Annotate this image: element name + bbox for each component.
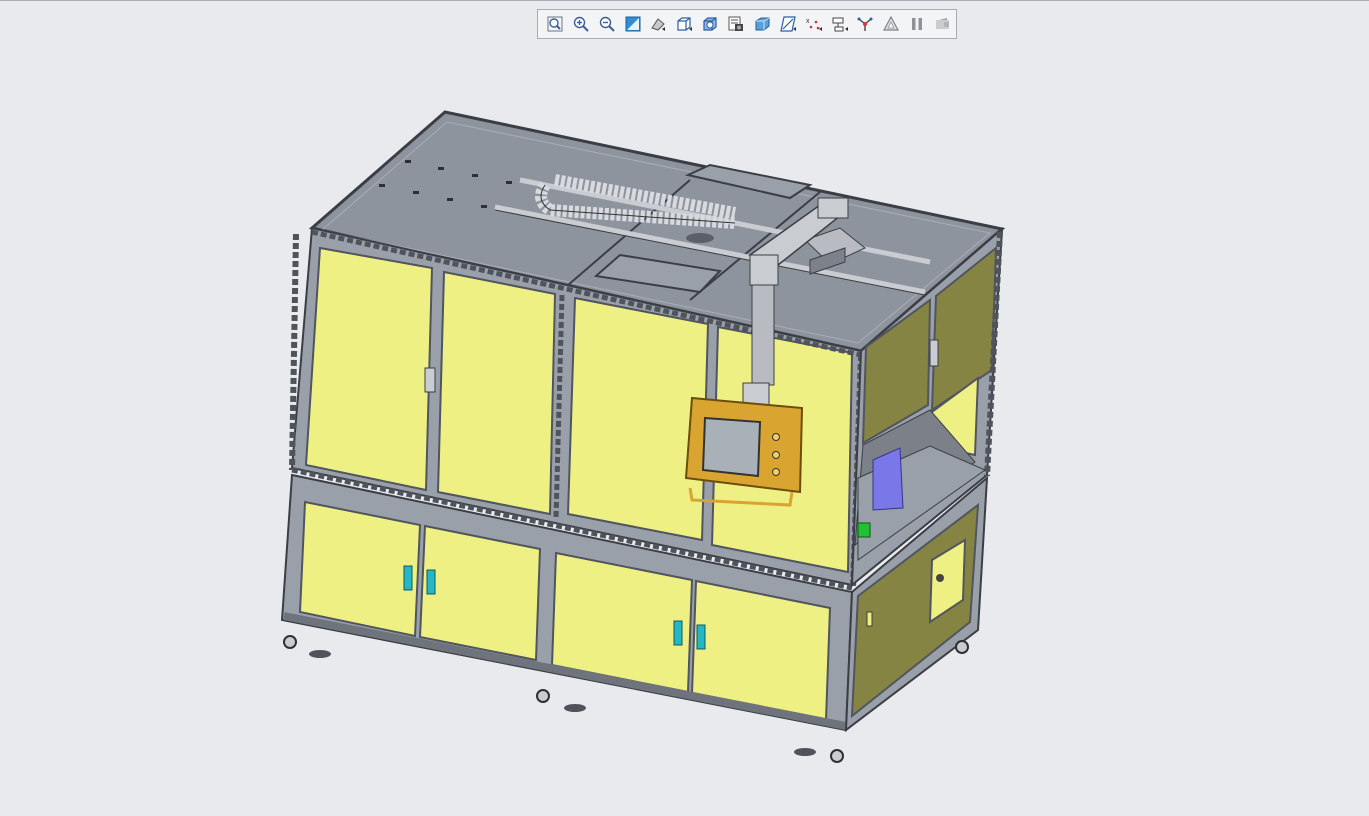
view-manager-icon (728, 16, 744, 31)
datum-display-button[interactable] (775, 11, 801, 37)
side-door-handle (929, 339, 939, 367)
lower-door-1 (298, 500, 422, 638)
regenerate-icon (883, 15, 900, 31)
hmi-arm-coupling (742, 382, 770, 406)
hmi-arm-vertical (751, 284, 775, 386)
upper-panel-2 (436, 270, 557, 516)
display-style-button[interactable] (697, 11, 723, 37)
zoom-fit-button[interactable] (542, 11, 568, 37)
perspective-button[interactable] (749, 11, 775, 37)
zoom-out-icon (599, 16, 615, 32)
named-views-icon (677, 17, 693, 31)
datum-points-icon: x (806, 18, 822, 31)
datum-display-icon (780, 16, 796, 32)
animation-button[interactable] (930, 11, 956, 37)
top-cable-hole (686, 233, 714, 243)
side-label (866, 611, 873, 627)
hmi-buttons (772, 433, 780, 476)
hmi-arm-joint (817, 197, 849, 219)
upper-door-handle (424, 367, 436, 393)
upper-panel-1 (304, 246, 434, 492)
perspective-icon (755, 17, 770, 31)
annotation-display-icon (832, 17, 848, 32)
spin-center-button[interactable] (853, 11, 879, 37)
machine-cad-model[interactable] (0, 40, 1369, 816)
window-top-border (0, 0, 1369, 1)
hmi-arm-elbow (749, 254, 779, 286)
view-toolbar: x (537, 9, 957, 39)
upper-panel-3 (566, 296, 710, 542)
pause-button[interactable] (904, 11, 930, 37)
named-views-button[interactable] (671, 11, 697, 37)
pause-icon (912, 18, 923, 30)
zoom-in-icon (573, 16, 589, 32)
view-orient-icon (651, 18, 666, 31)
model-viewport[interactable] (0, 40, 1369, 816)
zoom-fit-icon (547, 16, 563, 32)
repaint-icon (625, 16, 641, 32)
repaint-button[interactable] (620, 11, 646, 37)
svg-text:x: x (806, 18, 810, 25)
datum-points-button[interactable]: x (801, 11, 827, 37)
lower-door-2 (418, 524, 542, 662)
zoom-in-button[interactable] (568, 11, 594, 37)
view-orient-button[interactable] (646, 11, 672, 37)
annotation-display-button[interactable] (827, 11, 853, 37)
display-style-icon (703, 17, 717, 31)
animation-icon (936, 18, 950, 29)
hmi-screen (701, 416, 762, 478)
view-manager-button[interactable] (723, 11, 749, 37)
regenerate-button[interactable] (878, 11, 904, 37)
side-switch (936, 574, 944, 582)
zoom-out-button[interactable] (594, 11, 620, 37)
green-component (857, 522, 871, 538)
spin-center-icon (857, 17, 873, 31)
